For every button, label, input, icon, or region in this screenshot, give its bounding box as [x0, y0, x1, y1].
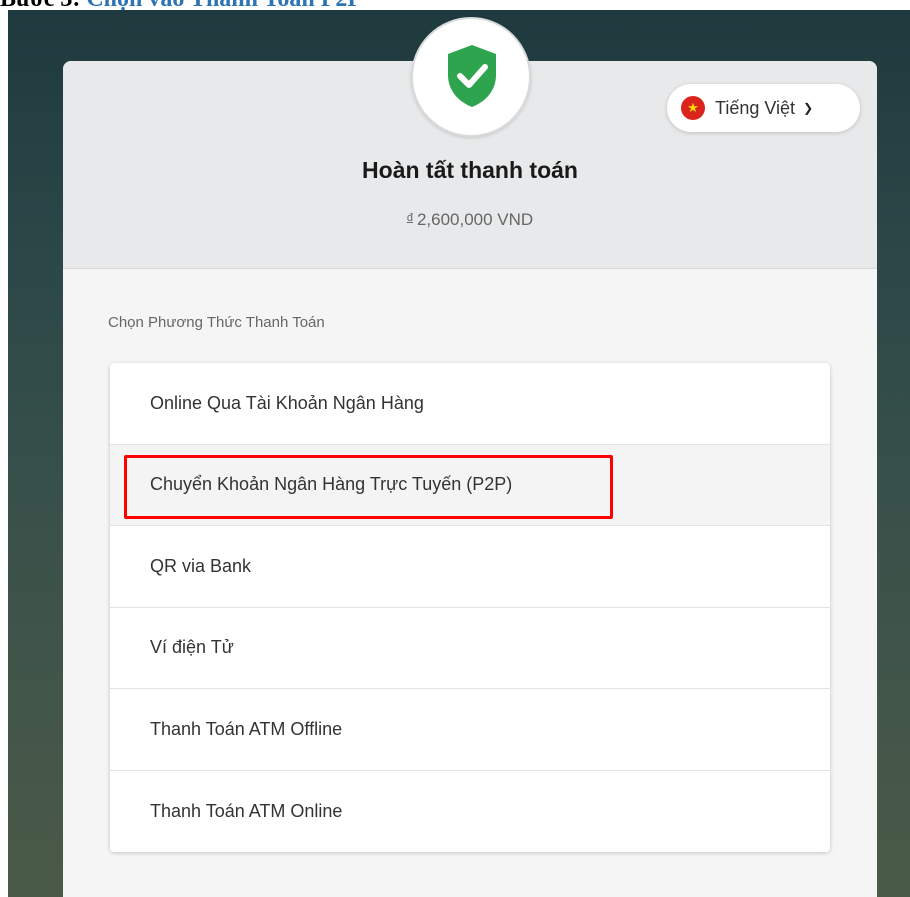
payment-method-qr-bank[interactable]: QR via Bank	[110, 526, 830, 608]
payment-method-p2p[interactable]: Chuyển Khoản Ngân Hàng Trực Tuyến (P2P)	[110, 444, 830, 526]
method-label: Ví điện Tử	[150, 637, 234, 658]
shield-badge	[411, 17, 531, 137]
currency-symbol: đ	[406, 212, 413, 224]
step-heading-prefix: Bước 3:	[0, 0, 86, 10]
language-label: Tiếng Việt	[715, 97, 796, 118]
vietnam-flag-icon: ★	[681, 96, 705, 120]
method-label: Thanh Toán ATM Online	[150, 800, 343, 821]
payment-method-atm-online[interactable]: Thanh Toán ATM Online	[110, 771, 830, 853]
language-selector[interactable]: ★ Tiếng Việt ❯	[667, 84, 860, 132]
payment-method-e-wallet[interactable]: Ví điện Tử	[110, 608, 830, 689]
payment-amount: đ 2,600,000 VND	[0, 210, 910, 230]
section-label: Chọn Phương Thức Thanh Toán	[108, 314, 325, 331]
method-label: Thanh Toán ATM Offline	[150, 718, 343, 739]
page-title: Hoàn tất thanh toán	[362, 157, 578, 183]
method-label: QR via Bank	[150, 555, 252, 576]
payment-method-online-bank[interactable]: Online Qua Tài Khoản Ngân Hàng	[110, 363, 830, 445]
step-heading: Bước 3: Chọn vào Thanh Toán P2P	[0, 0, 910, 10]
step-heading-highlight: Chọn vào Thanh Toán P2P	[86, 0, 362, 10]
amount-value: 2,600,000 VND	[416, 210, 534, 229]
method-label: Chuyển Khoản Ngân Hàng Trực Tuyến (P2P)	[150, 474, 513, 495]
payment-method-list: Online Qua Tài Khoản Ngân Hàng Chuyển Kh…	[110, 363, 830, 852]
chevron-down-icon: ❯	[803, 101, 814, 115]
method-label: Online Qua Tài Khoản Ngân Hàng	[150, 392, 424, 413]
payment-method-atm-offline[interactable]: Thanh Toán ATM Offline	[110, 689, 830, 771]
shield-check-icon	[448, 45, 496, 107]
